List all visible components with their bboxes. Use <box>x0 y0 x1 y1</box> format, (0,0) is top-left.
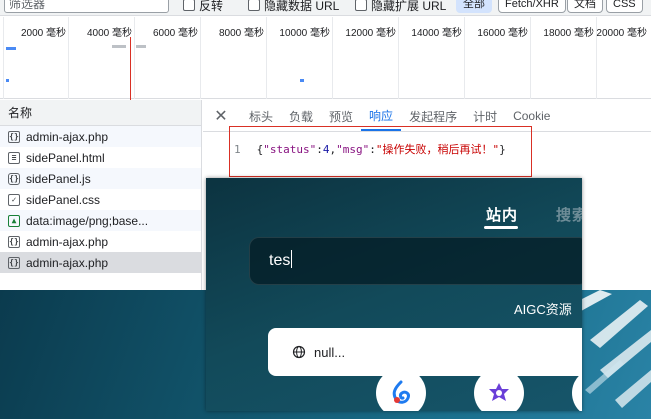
globe-icon <box>292 345 306 359</box>
timeline-request-bar <box>136 45 146 48</box>
aigc-resources-label[interactable]: AIGC资源 <box>514 299 572 318</box>
request-row-selected[interactable]: {} admin-ajax.php <box>0 252 201 273</box>
checkbox-box[interactable] <box>248 0 260 11</box>
close-icon[interactable]: ✕ <box>211 101 231 131</box>
timeline-tick-label: 14000 毫秒 <box>411 28 462 39</box>
timeline-gridline <box>134 17 135 99</box>
hide-data-urls-checkbox[interactable]: 隐藏数据 URL <box>248 0 339 13</box>
network-timeline[interactable]: 2000 毫秒 4000 毫秒 6000 毫秒 8000 毫秒 10000 毫秒… <box>0 17 651 115</box>
invert-checkbox[interactable]: 反转 <box>183 0 223 13</box>
image-icon: ▲ <box>8 214 20 227</box>
request-name: sidePanel.js <box>26 171 91 186</box>
request-row[interactable]: {} admin-ajax.php <box>0 126 201 147</box>
search-input[interactable]: tes <box>249 237 582 285</box>
timeline-request-bar <box>6 47 16 50</box>
filter-all-button[interactable]: 全部 <box>456 0 492 13</box>
timeline-tick-label: 6000 毫秒 <box>152 28 198 39</box>
script-icon: {} <box>8 172 20 185</box>
json-key: "msg" <box>336 143 370 156</box>
checkbox-box[interactable] <box>355 0 367 11</box>
response-code-line[interactable]: 1 {"status":4,"msg":"操作失败，稍后再试！"} <box>234 141 506 157</box>
filter-input[interactable]: 筛选器 <box>4 0 169 13</box>
request-row[interactable]: {} admin-ajax.php <box>0 231 201 252</box>
hide-data-urls-label: 隐藏数据 URL <box>264 0 340 13</box>
filter-bar: 筛选器 反转 隐藏数据 URL 隐藏扩展 URL 全部 Fetch/XHR 文档… <box>0 0 651 16</box>
timeline-gridline <box>332 17 333 99</box>
search-suggestion[interactable]: null... <box>268 328 582 376</box>
app-shortcut[interactable] <box>474 368 524 411</box>
code-icon: {} <box>8 235 20 248</box>
request-list: 名称 {} admin-ajax.php ≡ sidePanel.html {}… <box>0 100 202 290</box>
checkbox-box[interactable] <box>183 0 195 11</box>
ai-app-icon <box>392 380 410 404</box>
invert-label: 反转 <box>199 0 224 13</box>
json-colon: : <box>316 143 323 156</box>
timeline-tick-label: 2000 毫秒 <box>20 28 66 39</box>
filter-document-button[interactable]: 文档 <box>567 0 603 13</box>
json-string: "操作失败，稍后再试！" <box>375 143 500 156</box>
request-row[interactable]: ✓ sidePanel.css <box>0 189 201 210</box>
timeline-gridline <box>200 17 201 99</box>
star-app-icon <box>489 383 509 401</box>
tab-web-search[interactable]: 搜索 <box>556 204 582 225</box>
line-number: 1 <box>234 143 241 156</box>
hide-extension-urls-checkbox[interactable]: 隐藏扩展 URL <box>355 0 446 13</box>
request-name: admin-ajax.php <box>26 234 109 249</box>
timeline-request-bar <box>300 79 304 82</box>
request-name: sidePanel.css <box>26 192 101 207</box>
timeline-tick-label: 16000 毫秒 <box>477 28 528 39</box>
request-row[interactable]: ≡ sidePanel.html <box>0 147 201 168</box>
timeline-gridline <box>266 17 267 99</box>
timeline-gridline <box>464 17 465 99</box>
timeline-tick-label: 20000 毫秒 <box>596 28 647 39</box>
name-column-header[interactable]: 名称 <box>0 100 201 126</box>
suggestion-text: null... <box>314 344 346 360</box>
timeline-gridline <box>68 17 69 99</box>
timeline-tick-label: 4000 毫秒 <box>86 28 132 39</box>
json-brace: } <box>499 143 506 156</box>
tab-site-search[interactable]: 站内 <box>486 204 518 225</box>
timeline-gridline <box>530 17 531 99</box>
search-query: tes <box>269 252 291 269</box>
hide-extension-urls-label: 隐藏扩展 URL <box>371 0 447 13</box>
document-icon: ≡ <box>8 151 20 164</box>
json-colon: : <box>369 143 376 156</box>
filter-css-button[interactable]: CSS <box>606 0 643 13</box>
active-tab-indicator <box>484 226 518 229</box>
timeline-tick-label: 12000 毫秒 <box>345 28 396 39</box>
request-row[interactable]: ▲ data:image/png;base... <box>0 210 201 231</box>
timeline-request-bar <box>6 79 9 82</box>
request-name: admin-ajax.php <box>26 255 109 270</box>
timeline-tick-label: 8000 毫秒 <box>218 28 264 39</box>
json-key: "status" <box>263 143 317 156</box>
request-name: sidePanel.html <box>26 150 105 165</box>
filter-fetch-xhr-button[interactable]: Fetch/XHR <box>498 0 566 13</box>
request-row[interactable]: {} sidePanel.js <box>0 168 201 189</box>
stylesheet-icon: ✓ <box>8 193 20 206</box>
text-caret <box>291 250 293 268</box>
request-name: data:image/png;base... <box>26 213 149 228</box>
code-icon: {} <box>8 256 20 269</box>
timeline-gridline <box>398 17 399 99</box>
code-icon: {} <box>8 130 20 143</box>
app-shortcut[interactable] <box>376 368 426 411</box>
search-overlay: 站内 搜索 tes AIGC资源 null... <box>206 178 582 411</box>
timeline-request-bar <box>112 45 126 48</box>
response-highlight-box: 1 {"status":4,"msg":"操作失败，稍后再试！"} <box>229 126 532 177</box>
timeline-tick-label: 10000 毫秒 <box>279 28 330 39</box>
request-name: admin-ajax.php <box>26 129 109 144</box>
